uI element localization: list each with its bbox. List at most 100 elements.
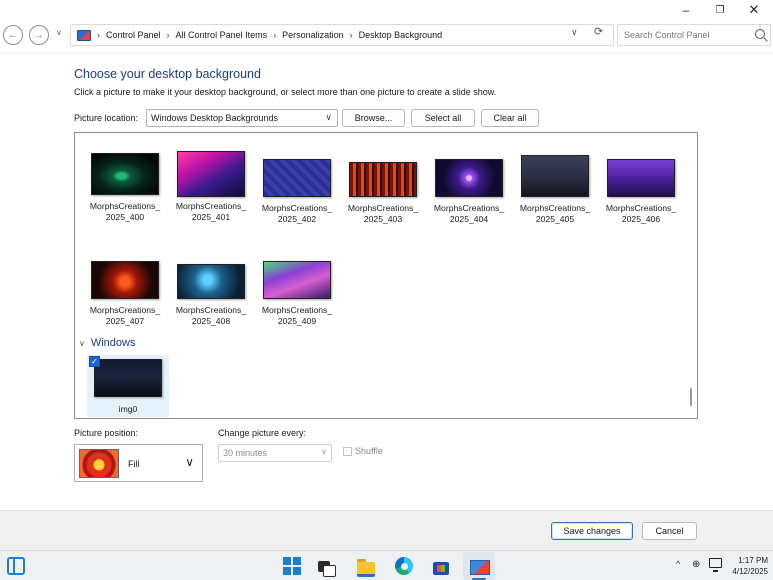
picture-label: MorphsCreations_ [605, 203, 677, 213]
position-preview-image [79, 449, 119, 478]
picture-thumbnail [521, 155, 589, 197]
picture-thumbnail [263, 261, 331, 299]
picture-thumbnail [94, 359, 162, 397]
change-interval-value: 30 minutes [223, 448, 268, 458]
picture-thumbnail [91, 153, 159, 195]
breadcrumb-separator[interactable]: › [350, 30, 353, 40]
scrollbar-thumb[interactable] [690, 388, 692, 406]
search-box[interactable] [617, 24, 771, 46]
breadcrumb-personalization[interactable]: Personalization [282, 30, 344, 40]
maximize-button[interactable]: ❐ [703, 0, 737, 20]
group-header-windows[interactable]: ∨ Windows [79, 337, 135, 349]
network-icon[interactable]: ⊕ [692, 559, 700, 570]
clock-time: 1:17 PM [738, 556, 768, 565]
picture-location-value: Windows Desktop Backgrounds [151, 113, 279, 123]
start-icon[interactable] [283, 557, 301, 575]
picture-label: 2025_407 [105, 316, 145, 326]
picture-label: MorphsCreations_ [433, 203, 505, 213]
picture-thumbnail [177, 264, 245, 299]
recent-locations-button[interactable]: ∨ [56, 28, 62, 37]
picture-label: MorphsCreations_ [175, 201, 247, 211]
picture-item[interactable]: MorphsCreations_ 2025_407 [82, 261, 168, 327]
picture-label: MorphsCreations_ [347, 203, 419, 213]
chevron-down-icon: ∨ [321, 447, 327, 456]
picture-item[interactable]: MorphsCreations_ 2025_409 [254, 261, 340, 327]
picture-location-select[interactable]: Windows Desktop Backgrounds ∨ [146, 109, 338, 127]
task-view-icon[interactable] [318, 557, 336, 577]
picture-item[interactable]: MorphsCreations_ 2025_401 [168, 151, 254, 223]
chevron-down-icon: ∨ [325, 112, 332, 122]
picture-item[interactable]: MorphsCreations_ 2025_403 [340, 162, 426, 225]
microsoft-store-icon[interactable] [432, 557, 450, 575]
control-panel-taskbar-icon[interactable] [463, 552, 495, 580]
picture-label: 2025_401 [191, 212, 231, 222]
title-bar: – ❐ ✕ [0, 0, 773, 20]
back-button[interactable]: ← [3, 25, 23, 45]
picture-item[interactable]: MorphsCreations_ 2025_406 [598, 159, 684, 225]
chevron-down-icon: ∨ [185, 455, 194, 469]
change-picture-label: Change picture every: [218, 428, 307, 438]
minimize-button[interactable]: – [669, 0, 703, 20]
page-description: Click a picture to make it your desktop … [74, 87, 497, 97]
picture-label: 2025_408 [191, 316, 231, 326]
picture-item[interactable]: MorphsCreations_ 2025_400 [82, 153, 168, 223]
picture-label: 2025_404 [449, 214, 489, 224]
widgets-icon[interactable] [7, 557, 25, 575]
clock-date: 4/12/2025 [732, 567, 768, 576]
content-area: Choose your desktop background Click a p… [0, 52, 773, 510]
picture-label: 2025_402 [277, 214, 317, 224]
clock[interactable]: 1:17 PM 4/12/2025 [728, 555, 768, 577]
picture-thumbnail [177, 151, 245, 197]
display-icon[interactable] [709, 558, 722, 572]
picture-thumbnail [349, 162, 417, 197]
picture-label: 2025_403 [363, 214, 403, 224]
picture-label: MorphsCreations_ [261, 305, 333, 315]
group-title: Windows [90, 337, 136, 349]
browse-button[interactable]: Browse... [342, 109, 405, 127]
breadcrumb-desktop-background[interactable]: Desktop Background [359, 30, 443, 40]
address-dropdown-button[interactable]: ∨ [571, 27, 578, 38]
vertical-scrollbar[interactable] [685, 133, 697, 418]
picture-label: MorphsCreations_ [519, 203, 591, 213]
chevron-down-icon[interactable]: ∨ [79, 339, 85, 348]
show-hidden-icons-button[interactable]: ^ [676, 559, 680, 569]
picture-item[interactable]: MorphsCreations_ 2025_408 [168, 264, 254, 327]
select-all-button[interactable]: Select all [411, 109, 475, 127]
breadcrumb-all-items[interactable]: All Control Panel Items [176, 30, 268, 40]
page-title: Choose your desktop background [74, 67, 261, 81]
checkbox-checked-icon[interactable]: ✓ [89, 356, 100, 367]
picture-label: 2025_405 [535, 214, 575, 224]
picture-label: MorphsCreations_ [89, 201, 161, 211]
breadcrumb-control-panel[interactable]: Control Panel [106, 30, 161, 40]
forward-button[interactable]: → [29, 25, 49, 45]
picture-thumbnail [435, 159, 503, 197]
shuffle-label: Shuffle [355, 446, 383, 456]
clear-all-button[interactable]: Clear all [481, 109, 539, 127]
address-bar[interactable]: › Control Panel › All Control Panel Item… [70, 24, 614, 46]
picture-item[interactable]: MorphsCreations_ 2025_402 [254, 159, 340, 225]
change-interval-select[interactable]: 30 minutes ∨ [218, 444, 332, 462]
search-icon[interactable] [755, 29, 765, 39]
picture-item-selected[interactable]: img0 [85, 359, 171, 415]
picture-label: 2025_409 [277, 316, 317, 326]
breadcrumb-separator[interactable]: › [167, 30, 170, 40]
cancel-button[interactable]: Cancel [642, 522, 697, 540]
edge-browser-icon[interactable] [395, 557, 413, 575]
picture-label: 2025_406 [621, 214, 661, 224]
checkbox-icon[interactable] [343, 446, 352, 456]
picture-item[interactable]: MorphsCreations_ 2025_404 [426, 159, 512, 225]
picture-item[interactable]: MorphsCreations_ 2025_405 [512, 155, 598, 225]
search-input[interactable] [624, 30, 744, 40]
close-button[interactable]: ✕ [737, 0, 771, 20]
dialog-footer: Save changes Cancel [0, 510, 773, 550]
picture-list[interactable]: MorphsCreations_ 2025_400 MorphsCreations… [74, 132, 698, 419]
picture-label: 2025_400 [105, 212, 145, 222]
save-changes-button[interactable]: Save changes [551, 522, 633, 540]
picture-location-label: Picture location: [74, 113, 139, 123]
shuffle-checkbox[interactable]: Shuffle [343, 446, 383, 456]
breadcrumb-separator[interactable]: › [273, 30, 276, 40]
file-explorer-icon[interactable] [357, 557, 375, 577]
refresh-button[interactable]: ⟳ [594, 25, 603, 38]
picture-label: img0 [118, 404, 138, 414]
picture-position-select[interactable]: Fill ∨ [74, 444, 203, 482]
